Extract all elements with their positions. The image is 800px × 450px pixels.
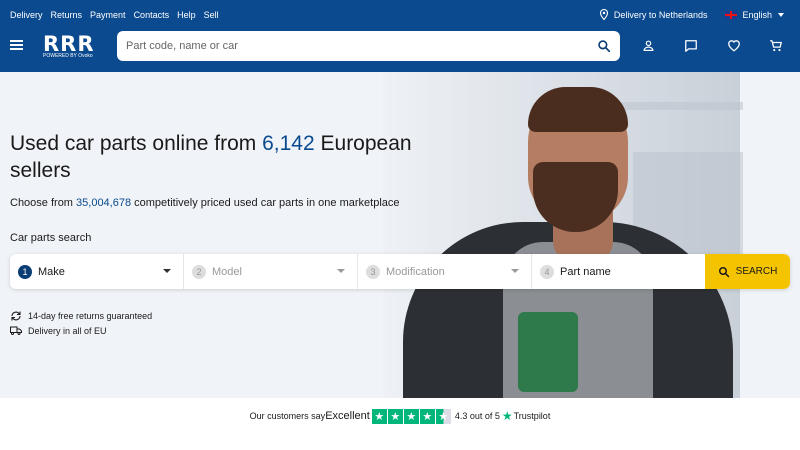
headline-text-pre: Used car parts online from [10,132,263,155]
car-parts-search-label: Car parts search [10,232,92,244]
feature-returns: 14-day free returns guaranteed [10,310,152,322]
car-parts-selector: 1 Make 2 Model 3 Modification 4 Part nam… [10,254,790,289]
trustpilot-brand: Trustpilot [513,411,551,421]
search-input[interactable] [126,40,620,52]
half-star-icon: ★ [435,408,451,424]
model-select[interactable]: 2 Model [184,254,358,289]
hero-section: Used car parts online from 6,142 Europea… [0,72,800,398]
make-select[interactable]: 1 Make [10,254,184,289]
top-link-contacts[interactable]: Contacts [134,10,170,20]
top-link-payment[interactable]: Payment [90,10,126,20]
seller-count: 6,142 [262,132,315,155]
top-link-returns[interactable]: Returns [51,10,83,20]
search-icon [718,266,729,277]
top-links: Delivery Returns Payment Contacts Help S… [10,10,227,20]
language-label: English [742,9,772,20]
top-link-help[interactable]: Help [177,10,196,20]
user-icon[interactable] [642,39,655,52]
trust-prefix: Our customers say [249,411,326,421]
hero-headline: Used car parts online from 6,142 Europea… [10,130,430,184]
step-badge: 3 [366,264,380,279]
chevron-down-icon [511,269,519,273]
modification-select[interactable]: 3 Modification [358,254,532,289]
heart-icon[interactable] [727,39,741,52]
feature-delivery: Delivery in all of EU [10,325,107,336]
refresh-icon [11,311,21,321]
part-name-label: Part name [560,265,611,278]
search-icon[interactable] [597,39,611,53]
modification-select-label: Modification [386,265,445,278]
header-right: Delivery to Netherlands English [598,8,784,21]
delivery-location-label: Delivery to Netherlands [613,9,708,20]
search-button-label: SEARCH [735,266,778,277]
chevron-down-icon [778,12,784,17]
star-icon: ★ [371,408,387,424]
feature-delivery-label: Delivery in all of EU [28,325,107,336]
top-link-delivery[interactable]: Delivery [10,10,43,20]
part-name-input[interactable]: 4 Part name [532,254,705,289]
chat-icon[interactable] [684,39,698,53]
uk-flag-icon [725,10,738,19]
truck-icon [10,326,22,335]
trust-stars: ★ ★ ★ ★ ★ [371,408,452,424]
chevron-down-icon [337,269,345,273]
trust-rating-word: Excellent [325,410,370,422]
trustpilot-star-icon: ★ [501,409,513,423]
trust-score: 4.3 out of 5 [454,411,500,421]
step-badge: 4 [540,264,554,279]
subline-text-pre: Choose from [10,197,77,209]
header: Delivery Returns Payment Contacts Help S… [0,0,800,72]
hero-photo [383,72,743,398]
feature-returns-label: 14-day free returns guaranteed [28,311,153,321]
step-badge: 1 [18,264,32,279]
make-select-label: Make [38,265,65,278]
top-link-sell[interactable]: Sell [204,10,219,20]
trustpilot-bar[interactable]: Our customers say Excellent ★ ★ ★ ★ ★ 4.… [0,398,800,450]
hamburger-menu-icon[interactable] [10,40,23,50]
hero-subline: Choose from 35,004,678 competitively pri… [10,197,400,209]
search-bar [117,31,620,61]
cart-icon[interactable] [769,39,783,53]
model-select-label: Model [212,265,242,278]
star-icon: ★ [419,408,435,424]
parts-count: 35,004,678 [76,197,132,209]
delivery-location[interactable]: Delivery to Netherlands [598,8,708,21]
search-button[interactable]: SEARCH [705,254,790,289]
language-selector[interactable]: English [725,10,784,20]
chevron-down-icon [163,269,171,273]
step-badge: 2 [192,264,206,279]
location-pin-icon [599,8,608,21]
subline-text-post: competitively priced used car parts in o… [131,197,400,209]
star-icon: ★ [403,408,419,424]
logo[interactable]: RRR POWERED BY Ovoko [43,32,97,62]
logo-powered-by: POWERED BY Ovoko [43,53,93,59]
star-icon: ★ [387,408,403,424]
